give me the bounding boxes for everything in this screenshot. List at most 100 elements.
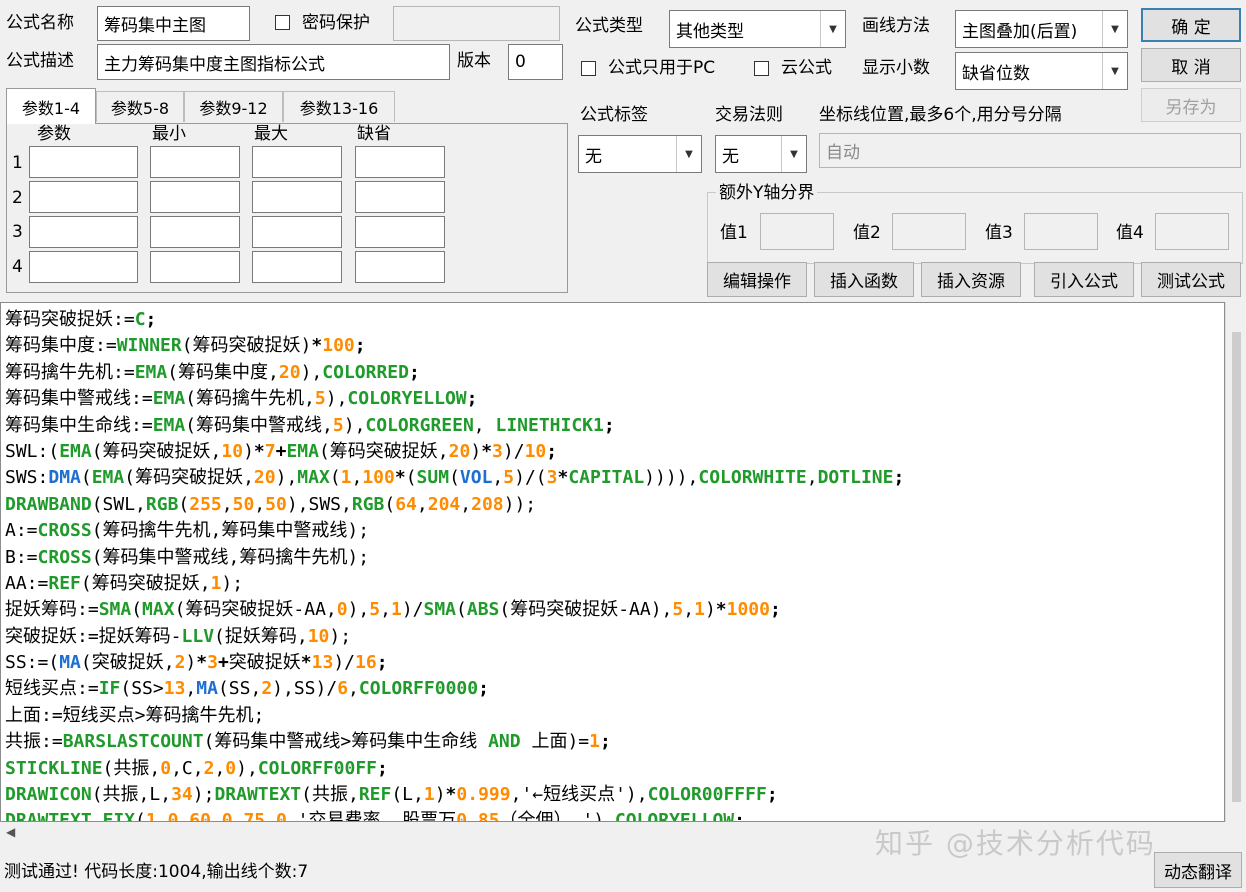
formula-tag-select[interactable]: 无 ▼ bbox=[578, 135, 702, 173]
code-token: 255 bbox=[189, 493, 222, 515]
code-token: MAX bbox=[297, 467, 330, 489]
code-line[interactable]: 短线买点:=IF(SS>13,MA(SS,2),SS)/6,COLORFF000… bbox=[5, 676, 904, 702]
draw-method-select[interactable]: 主图叠加(后置) ▼ bbox=[955, 10, 1128, 48]
formula-name-input[interactable]: 筹码集中主图 bbox=[97, 6, 250, 41]
param-name-input[interactable] bbox=[29, 216, 138, 248]
edit-ops-button[interactable]: 编辑操作 bbox=[707, 262, 807, 297]
code-token: DRAWICON bbox=[5, 784, 92, 806]
code-token: , bbox=[460, 493, 472, 515]
code-token: 5 bbox=[332, 414, 344, 436]
tab-params-9-12[interactable]: 参数9-12 bbox=[184, 91, 283, 122]
trade-rule-select[interactable]: 无 ▼ bbox=[715, 135, 807, 173]
cloud-formula-checkbox[interactable] bbox=[754, 61, 769, 76]
code-line[interactable]: DRAWTEXT_FIX(1,0.60,0.75,0,'交易费率, 股票万0.8… bbox=[5, 808, 904, 821]
param-default-input[interactable] bbox=[355, 216, 445, 248]
dynamic-translate-button[interactable]: 动态翻译 bbox=[1154, 852, 1242, 888]
code-token: * bbox=[196, 652, 208, 674]
param-name-input[interactable] bbox=[29, 181, 138, 213]
code-token: )/ bbox=[333, 652, 355, 674]
code-editor[interactable]: 筹码突破捉妖:=C; 筹码集中度:=WINNER(筹码突破捉妖)*100; 筹码擒牛… bbox=[0, 302, 1225, 822]
formula-type-select[interactable]: 其他类型 ▼ bbox=[669, 10, 846, 48]
test-formula-button[interactable]: 测试公式 bbox=[1141, 262, 1241, 297]
param-default-input[interactable] bbox=[355, 181, 445, 213]
code-token: MA bbox=[59, 652, 81, 674]
code-line[interactable]: B:=CROSS(筹码集中警戒线,筹码擒牛先机); bbox=[5, 545, 904, 571]
code-token: (筹码集中警戒线>筹码集中生命线 bbox=[203, 731, 489, 753]
code-token: EMA bbox=[152, 414, 186, 436]
formula-desc-input[interactable]: 主力筹码集中度主图指标公式 bbox=[97, 44, 450, 80]
param-default-input[interactable] bbox=[355, 146, 445, 178]
code-token: 筹码突破捉妖:= bbox=[5, 309, 135, 330]
code-line[interactable]: 上面:=短线买点>筹码擒牛先机; bbox=[5, 703, 904, 729]
pc-only-checkbox[interactable] bbox=[581, 61, 596, 76]
code-line[interactable]: STICKLINE(共振,0,C,2,0),COLORFF00FF; bbox=[5, 756, 904, 782]
tab-params-5-8[interactable]: 参数5-8 bbox=[96, 91, 184, 122]
param-min-input[interactable] bbox=[150, 251, 240, 283]
code-line[interactable]: 筹码突破捉妖:=C; bbox=[5, 307, 904, 333]
chevron-down-icon[interactable]: ▼ bbox=[781, 136, 806, 172]
code-line[interactable]: DRAWBAND(SWL,RGB(255,50,50),SWS,RGB(64,2… bbox=[5, 492, 904, 518]
code-line[interactable]: 筹码集中生命线:=EMA(筹码集中警戒线,5),COLORGREEN, LINE… bbox=[5, 413, 904, 439]
param-default-input[interactable] bbox=[355, 251, 445, 283]
code-line[interactable]: SWS:DMA(EMA(筹码突破捉妖,20),MAX(1,100*(SUM(VO… bbox=[5, 465, 904, 491]
param-max-input[interactable] bbox=[252, 181, 342, 213]
param-row-label: 1 bbox=[12, 153, 23, 173]
chevron-down-icon[interactable]: ▼ bbox=[1102, 11, 1127, 47]
code-line[interactable]: 捉妖筹码:=SMA(MAX(筹码突破捉妖-AA,0),5,1)/SMA(ABS(… bbox=[5, 597, 904, 623]
param-min-input[interactable] bbox=[150, 216, 240, 248]
code-token: * bbox=[557, 467, 569, 489]
code-token: 0 bbox=[336, 599, 348, 621]
code-token: (筹码突破捉妖, bbox=[91, 440, 222, 462]
decimal-select[interactable]: 缺省位数 ▼ bbox=[955, 52, 1128, 90]
version-input[interactable]: 0 bbox=[508, 44, 563, 80]
code-text[interactable]: 筹码突破捉妖:=C; 筹码集中度:=WINNER(筹码突破捉妖)*100; 筹码擒牛… bbox=[5, 307, 904, 821]
code-token: * bbox=[311, 335, 323, 357]
code-token: ), bbox=[236, 757, 258, 779]
code-token: (筹码突破捉妖) bbox=[181, 335, 312, 357]
code-line[interactable]: DRAWICON(共振,L,34);DRAWTEXT(共振,REF(L,1)*0… bbox=[5, 782, 904, 808]
code-line[interactable]: SWL:(EMA(筹码突破捉妖,10)*7+EMA(筹码突破捉妖,20)*3)/… bbox=[5, 439, 904, 465]
code-line[interactable]: SS:=(MA(突破捉妖,2)*3+突破捉妖*13)/16; bbox=[5, 650, 904, 676]
scroll-left-icon[interactable]: ◀ bbox=[6, 825, 15, 839]
param-name-input[interactable] bbox=[29, 146, 138, 178]
chevron-down-icon[interactable]: ▼ bbox=[676, 136, 701, 172]
param-min-input[interactable] bbox=[150, 181, 240, 213]
code-line[interactable]: 筹码集中度:=WINNER(筹码突破捉妖)*100; bbox=[5, 333, 904, 359]
code-token: ; bbox=[478, 678, 489, 700]
code-line[interactable]: 突破捉妖:=捉妖筹码-LLV(捉妖筹码,10); bbox=[5, 624, 904, 650]
code-token: B:= bbox=[5, 546, 38, 568]
ok-button[interactable]: 确 定 bbox=[1141, 8, 1241, 42]
insert-function-button[interactable]: 插入函数 bbox=[814, 262, 914, 297]
vertical-scroll-thumb[interactable] bbox=[1232, 332, 1241, 802]
code-token: , bbox=[185, 678, 197, 700]
chevron-down-icon[interactable]: ▼ bbox=[1102, 53, 1127, 89]
code-token: COLORFF0000 bbox=[358, 678, 479, 700]
chevron-down-icon[interactable]: ▼ bbox=[820, 11, 845, 47]
param-max-input[interactable] bbox=[252, 216, 342, 248]
code-line[interactable]: 筹码集中警戒线:=EMA(筹码擒牛先机,5),COLORYELLOW; bbox=[5, 386, 904, 412]
tab-params-1-4[interactable]: 参数1-4 bbox=[6, 88, 96, 124]
param-max-input[interactable] bbox=[252, 251, 342, 283]
insert-resource-button[interactable]: 插入资源 bbox=[921, 262, 1021, 297]
code-token: ); bbox=[329, 625, 352, 647]
code-token: 2 bbox=[203, 757, 215, 779]
param-min-input[interactable] bbox=[150, 146, 240, 178]
code-line[interactable]: 筹码擒牛先机:=EMA(筹码集中度,20),COLORRED; bbox=[5, 360, 904, 386]
tab-params-13-16[interactable]: 参数13-16 bbox=[283, 91, 395, 122]
code-line[interactable]: 共振:=BARSLASTCOUNT(筹码集中警戒线>筹码集中生命线 AND 上面… bbox=[5, 729, 904, 755]
param-name-input[interactable] bbox=[29, 251, 138, 283]
code-line[interactable]: AA:=REF(筹码突破捉妖,1); bbox=[5, 571, 904, 597]
cancel-button[interactable]: 取 消 bbox=[1141, 48, 1241, 82]
code-token: ; bbox=[893, 467, 905, 489]
axis-lines-input: 自动 bbox=[819, 133, 1241, 168]
code-token: EMA bbox=[134, 361, 168, 383]
vertical-scrollbar[interactable] bbox=[1225, 302, 1246, 822]
import-formula-button[interactable]: 引入公式 bbox=[1034, 262, 1134, 297]
code-line[interactable]: A:=CROSS(筹码擒牛先机,筹码集中警戒线); bbox=[5, 518, 904, 544]
code-token: ( bbox=[131, 599, 143, 621]
code-token: ( bbox=[456, 599, 467, 621]
code-token: * bbox=[394, 467, 406, 489]
password-checkbox[interactable] bbox=[275, 15, 290, 30]
value2-label: 值2 bbox=[853, 223, 881, 243]
param-max-input[interactable] bbox=[252, 146, 342, 178]
